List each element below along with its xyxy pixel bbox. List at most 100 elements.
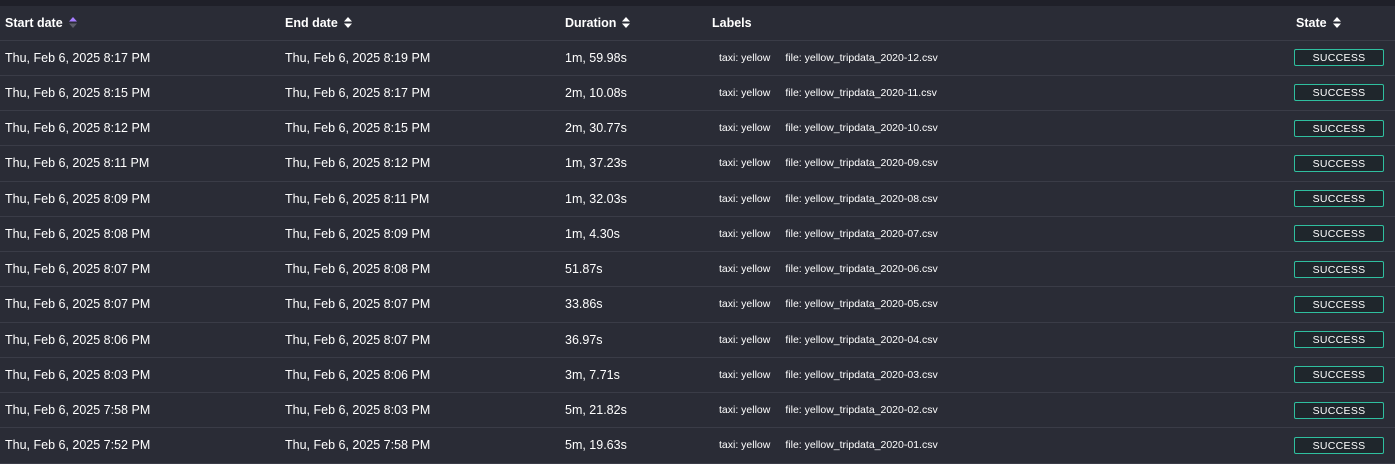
state-cell: SUCCESS bbox=[1291, 75, 1395, 112]
start-date-cell: Thu, Feb 6, 2025 8:09 PM bbox=[0, 181, 280, 217]
label-chip-file[interactable]: file: yellow_tripdata_2020-10.csv bbox=[779, 120, 943, 136]
column-header-duration[interactable]: Duration bbox=[560, 6, 707, 41]
table-row[interactable]: Thu, Feb 6, 2025 8:15 PM Thu, Feb 6, 2025… bbox=[0, 75, 1395, 112]
duration-cell: 36.97s bbox=[560, 322, 707, 358]
end-date-cell: Thu, Feb 6, 2025 7:58 PM bbox=[280, 427, 560, 464]
label-chip-taxi[interactable]: taxi: yellow bbox=[713, 437, 776, 453]
label-chip-taxi[interactable]: taxi: yellow bbox=[713, 367, 776, 383]
table-row[interactable]: Thu, Feb 6, 2025 8:06 PM Thu, Feb 6, 2025… bbox=[0, 322, 1395, 358]
table-body: Thu, Feb 6, 2025 8:17 PM Thu, Feb 6, 2025… bbox=[0, 40, 1395, 464]
status-badge: SUCCESS bbox=[1294, 366, 1384, 384]
duration-cell: 1m, 37.23s bbox=[560, 145, 707, 182]
table-row[interactable]: Thu, Feb 6, 2025 8:09 PM Thu, Feb 6, 2025… bbox=[0, 181, 1395, 217]
state-cell: SUCCESS bbox=[1291, 110, 1395, 147]
label-chip-taxi[interactable]: taxi: yellow bbox=[713, 191, 776, 207]
label-chip-taxi[interactable]: taxi: yellow bbox=[713, 332, 776, 348]
label-chip-taxi[interactable]: taxi: yellow bbox=[713, 155, 776, 171]
labels-cell: taxi: yellow file: yellow_tripdata_2020-0… bbox=[707, 145, 1291, 182]
label-chip-file[interactable]: file: yellow_tripdata_2020-07.csv bbox=[779, 226, 943, 242]
status-badge: SUCCESS bbox=[1294, 49, 1384, 67]
label-chip-taxi[interactable]: taxi: yellow bbox=[713, 85, 776, 101]
start-date-cell: Thu, Feb 6, 2025 8:15 PM bbox=[0, 75, 280, 112]
status-badge: SUCCESS bbox=[1294, 331, 1384, 349]
status-badge: SUCCESS bbox=[1294, 225, 1384, 243]
labels-cell: taxi: yellow file: yellow_tripdata_2020-0… bbox=[707, 392, 1291, 429]
sort-ascending-icon[interactable] bbox=[68, 16, 77, 28]
table-row[interactable]: Thu, Feb 6, 2025 8:11 PM Thu, Feb 6, 2025… bbox=[0, 145, 1395, 182]
table-header-row: Start date End date Duration Labels Stat… bbox=[0, 6, 1395, 41]
column-header-end-date[interactable]: End date bbox=[280, 6, 560, 41]
table-row[interactable]: Thu, Feb 6, 2025 7:58 PM Thu, Feb 6, 2025… bbox=[0, 392, 1395, 429]
table-row[interactable]: Thu, Feb 6, 2025 8:07 PM Thu, Feb 6, 2025… bbox=[0, 286, 1395, 323]
column-label: End date bbox=[285, 15, 338, 30]
start-date-cell: Thu, Feb 6, 2025 8:06 PM bbox=[0, 322, 280, 358]
labels-cell: taxi: yellow file: yellow_tripdata_2020-0… bbox=[707, 181, 1291, 217]
end-date-cell: Thu, Feb 6, 2025 8:19 PM bbox=[280, 40, 560, 76]
labels-cell: taxi: yellow file: yellow_tripdata_2020-1… bbox=[707, 75, 1291, 112]
labels-cell: taxi: yellow file: yellow_tripdata_2020-0… bbox=[707, 286, 1291, 323]
duration-cell: 1m, 59.98s bbox=[560, 40, 707, 76]
end-date-cell: Thu, Feb 6, 2025 8:09 PM bbox=[280, 216, 560, 253]
state-cell: SUCCESS bbox=[1291, 40, 1395, 76]
label-chip-file[interactable]: file: yellow_tripdata_2020-11.csv bbox=[779, 85, 943, 101]
table-row[interactable]: Thu, Feb 6, 2025 8:03 PM Thu, Feb 6, 2025… bbox=[0, 357, 1395, 394]
state-cell: SUCCESS bbox=[1291, 251, 1395, 288]
label-chip-taxi[interactable]: taxi: yellow bbox=[713, 120, 776, 136]
end-date-cell: Thu, Feb 6, 2025 8:17 PM bbox=[280, 75, 560, 112]
end-date-cell: Thu, Feb 6, 2025 8:07 PM bbox=[280, 286, 560, 323]
label-chip-file[interactable]: file: yellow_tripdata_2020-01.csv bbox=[779, 437, 943, 453]
table-row[interactable]: Thu, Feb 6, 2025 8:17 PM Thu, Feb 6, 2025… bbox=[0, 40, 1395, 76]
column-header-state[interactable]: State bbox=[1291, 6, 1395, 41]
state-cell: SUCCESS bbox=[1291, 357, 1395, 394]
label-chip-file[interactable]: file: yellow_tripdata_2020-05.csv bbox=[779, 296, 943, 312]
state-cell: SUCCESS bbox=[1291, 392, 1395, 429]
labels-cell: taxi: yellow file: yellow_tripdata_2020-0… bbox=[707, 322, 1291, 358]
start-date-cell: Thu, Feb 6, 2025 8:08 PM bbox=[0, 216, 280, 253]
label-chip-file[interactable]: file: yellow_tripdata_2020-06.csv bbox=[779, 261, 943, 277]
sort-icon[interactable] bbox=[1332, 16, 1341, 28]
duration-cell: 3m, 7.71s bbox=[560, 357, 707, 394]
table-row[interactable]: Thu, Feb 6, 2025 8:12 PM Thu, Feb 6, 2025… bbox=[0, 110, 1395, 147]
label-chip-taxi[interactable]: taxi: yellow bbox=[713, 261, 776, 277]
duration-cell: 5m, 19.63s bbox=[560, 427, 707, 464]
label-chip-taxi[interactable]: taxi: yellow bbox=[713, 296, 776, 312]
label-chip-taxi[interactable]: taxi: yellow bbox=[713, 50, 776, 66]
start-date-cell: Thu, Feb 6, 2025 7:52 PM bbox=[0, 427, 280, 464]
duration-cell: 51.87s bbox=[560, 251, 707, 288]
table-row[interactable]: Thu, Feb 6, 2025 7:52 PM Thu, Feb 6, 2025… bbox=[0, 427, 1395, 464]
end-date-cell: Thu, Feb 6, 2025 8:11 PM bbox=[280, 181, 560, 217]
column-header-start-date[interactable]: Start date bbox=[0, 6, 280, 41]
sort-icon[interactable] bbox=[622, 16, 631, 28]
status-badge: SUCCESS bbox=[1294, 295, 1384, 313]
label-chip-file[interactable]: file: yellow_tripdata_2020-09.csv bbox=[779, 155, 943, 171]
table-row[interactable]: Thu, Feb 6, 2025 8:07 PM Thu, Feb 6, 2025… bbox=[0, 251, 1395, 288]
column-header-labels: Labels bbox=[707, 6, 1291, 41]
status-badge: SUCCESS bbox=[1294, 154, 1384, 172]
sort-icon[interactable] bbox=[343, 16, 352, 28]
column-label: Start date bbox=[5, 15, 63, 30]
start-date-cell: Thu, Feb 6, 2025 7:58 PM bbox=[0, 392, 280, 429]
start-date-cell: Thu, Feb 6, 2025 8:17 PM bbox=[0, 40, 280, 76]
label-chip-file[interactable]: file: yellow_tripdata_2020-03.csv bbox=[779, 367, 943, 383]
duration-cell: 1m, 4.30s bbox=[560, 216, 707, 253]
label-chip-file[interactable]: file: yellow_tripdata_2020-04.csv bbox=[779, 332, 943, 348]
start-date-cell: Thu, Feb 6, 2025 8:11 PM bbox=[0, 145, 280, 182]
state-cell: SUCCESS bbox=[1291, 322, 1395, 358]
table-row[interactable]: Thu, Feb 6, 2025 8:08 PM Thu, Feb 6, 2025… bbox=[0, 216, 1395, 253]
label-chip-file[interactable]: file: yellow_tripdata_2020-08.csv bbox=[779, 191, 943, 207]
status-badge: SUCCESS bbox=[1294, 436, 1384, 454]
end-date-cell: Thu, Feb 6, 2025 8:08 PM bbox=[280, 251, 560, 288]
label-chip-taxi[interactable]: taxi: yellow bbox=[713, 402, 776, 418]
start-date-cell: Thu, Feb 6, 2025 8:03 PM bbox=[0, 357, 280, 394]
state-cell: SUCCESS bbox=[1291, 145, 1395, 182]
labels-cell: taxi: yellow file: yellow_tripdata_2020-0… bbox=[707, 216, 1291, 253]
label-chip-taxi[interactable]: taxi: yellow bbox=[713, 226, 776, 242]
status-badge: SUCCESS bbox=[1294, 190, 1384, 208]
label-chip-file[interactable]: file: yellow_tripdata_2020-12.csv bbox=[779, 50, 943, 66]
state-cell: SUCCESS bbox=[1291, 181, 1395, 217]
label-chip-file[interactable]: file: yellow_tripdata_2020-02.csv bbox=[779, 402, 943, 418]
labels-cell: taxi: yellow file: yellow_tripdata_2020-1… bbox=[707, 40, 1291, 76]
end-date-cell: Thu, Feb 6, 2025 8:15 PM bbox=[280, 110, 560, 147]
duration-cell: 33.86s bbox=[560, 286, 707, 323]
state-cell: SUCCESS bbox=[1291, 286, 1395, 323]
